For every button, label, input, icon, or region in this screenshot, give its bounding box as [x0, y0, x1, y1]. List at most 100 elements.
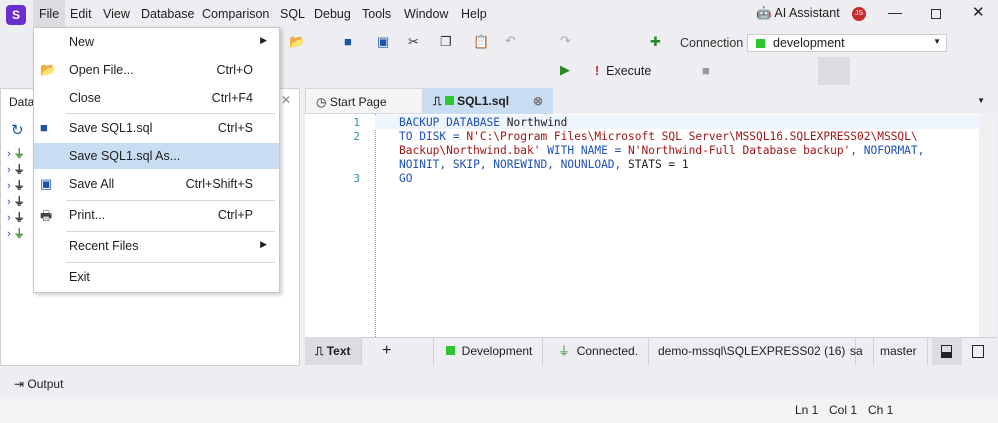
scrollbar[interactable] — [979, 114, 997, 337]
undo-icon[interactable]: ↶ — [505, 33, 516, 49]
menu-item-new[interactable]: New ▶ — [34, 29, 279, 55]
code-token: TO DISK = — [399, 130, 467, 143]
menu-file[interactable]: File — [33, 0, 66, 27]
line-number: 1 — [353, 116, 360, 129]
tree-node[interactable]: › ⏚ — [7, 177, 25, 193]
save-all-icon: ▣ — [40, 176, 53, 191]
tree-node[interactable]: › ⏚ — [7, 193, 25, 209]
code-token: N'Northwind-Full Database backup' — [628, 144, 851, 157]
copy-icon[interactable]: ❐ — [440, 34, 452, 50]
chevron-down-icon: ▼ — [933, 37, 941, 46]
env-color-icon — [444, 96, 454, 105]
menu-item-save-all[interactable]: ▣ Save All Ctrl+Shift+S — [34, 171, 279, 197]
code-line: TO DISK = N'C:\Program Files\Microsoft S… — [399, 130, 918, 143]
menu-help[interactable]: Help — [461, 7, 487, 21]
ai-assistant-button[interactable]: 🤖 AI Assistant — [756, 6, 840, 21]
output-button[interactable]: ⇥ Output — [14, 377, 63, 391]
add-button[interactable]: + — [372, 337, 434, 365]
connection-plug-icon: ⏚ — [13, 164, 25, 176]
close-window-button[interactable]: ✕ — [972, 3, 985, 21]
env-color-icon — [756, 39, 765, 48]
user-status: sa — [840, 337, 874, 365]
tree-node[interactable]: › ⏚ — [7, 161, 25, 177]
menu-item-save-sql1-sql[interactable]: ■ Save SQL1.sql Ctrl+S — [34, 115, 279, 141]
tree-node[interactable]: › ⏚ — [7, 225, 25, 241]
expand-chevron-icon[interactable]: › — [7, 228, 11, 240]
connection-select[interactable]: development ▼ — [747, 34, 947, 52]
split-view-button[interactable] — [932, 337, 962, 365]
save-all-icon[interactable]: ▣ — [377, 34, 389, 50]
grid-view-button[interactable] — [818, 57, 850, 85]
connection-status: ⏚ Connected. — [548, 337, 650, 365]
expand-chevron-icon[interactable]: › — [7, 212, 11, 224]
menu-item-save-sql1-sql-as[interactable]: Save SQL1.sql As... — [34, 143, 279, 169]
execute-run-icon[interactable]: ▶ — [560, 62, 570, 78]
expand-chevron-icon[interactable]: › — [7, 148, 11, 160]
menu-separator — [66, 200, 275, 201]
menu-separator — [66, 231, 275, 232]
code-token: Backup\Northwind.bak' — [399, 144, 541, 157]
panel-close-icon[interactable]: ✕ — [281, 93, 291, 107]
tab-sql1[interactable]: ⎍ SQL1.sql ⊗ — [423, 88, 553, 114]
maximize-button[interactable] — [931, 9, 941, 19]
code-token: NOINIT, SKIP, NOREWIND, NOUNLOAD, — [399, 158, 629, 171]
line-number: 2 — [353, 130, 360, 143]
text-mode-button[interactable]: ⎍ Text — [305, 337, 362, 365]
tab-close-icon[interactable]: ⊗ — [533, 94, 543, 108]
submenu-arrow-icon: ▶ — [260, 239, 267, 249]
menu-separator — [66, 113, 275, 114]
save-icon[interactable]: ■ — [344, 34, 352, 49]
code-token: GO — [399, 172, 413, 185]
menu-view[interactable]: View — [103, 7, 130, 21]
menu-debug[interactable]: Debug — [314, 7, 351, 21]
menu-window[interactable]: Window — [404, 7, 448, 21]
code-line: BACKUP DATABASE Northwind — [399, 116, 567, 129]
code-line: Backup\Northwind.bak' WITH NAME = N'Nort… — [399, 144, 924, 157]
code-token: STATS = 1 — [628, 158, 689, 171]
menu-item-close[interactable]: Close Ctrl+F4 — [34, 85, 279, 111]
menu-comparison[interactable]: Comparison — [202, 7, 269, 21]
menu-item-open-file[interactable]: 📂 Open File... Ctrl+O — [34, 57, 279, 83]
line-number: Ln 1 — [795, 403, 819, 417]
execute-button[interactable]: ! Execute — [595, 64, 651, 78]
tree-node[interactable]: › ⏚ — [7, 209, 25, 225]
menu-separator — [66, 262, 275, 263]
tree-node[interactable]: › ⏚ — [7, 145, 25, 161]
minimize-button[interactable]: — — [888, 4, 902, 20]
tab-start-page[interactable]: ◷ Start Page — [305, 88, 423, 114]
expand-chevron-icon[interactable]: › — [7, 196, 11, 208]
cut-icon[interactable]: ✂ — [408, 34, 419, 50]
expand-chevron-icon[interactable]: › — [7, 164, 11, 176]
database-status: master — [870, 337, 928, 365]
menu-tools[interactable]: Tools — [362, 7, 391, 21]
open-icon[interactable]: 📂 — [289, 34, 305, 50]
menu-item-exit[interactable]: Exit — [34, 264, 279, 290]
stop-icon[interactable]: ■ — [702, 63, 710, 78]
menu-item-recent-files[interactable]: Recent Files ▶ — [34, 233, 279, 259]
app-logo: S — [6, 5, 26, 25]
avatar[interactable]: JS — [852, 7, 866, 21]
menu-edit[interactable]: Edit — [70, 7, 92, 21]
paste-icon[interactable]: 📋 — [473, 34, 489, 50]
new-connection-icon[interactable]: ✚ — [650, 34, 661, 50]
server-status: demo-mssql\SQLEXPRESS02 (16) — [648, 337, 857, 365]
printer-icon: 🖶 — [40, 208, 53, 223]
code-line: GO — [399, 172, 412, 185]
robot-icon: 🤖 — [756, 6, 772, 20]
menu-item-print[interactable]: 🖶 Print... Ctrl+P — [34, 202, 279, 228]
environment-status: Development — [436, 337, 544, 365]
refresh-icon[interactable]: ↻ — [11, 121, 24, 139]
exclamation-icon: ! — [595, 64, 600, 78]
code-token: Northwind — [506, 116, 568, 129]
line-number: 3 — [353, 172, 360, 185]
code-token: N'C:\Program Files\Microsoft SQL Server\… — [466, 130, 918, 143]
expand-chevron-icon[interactable]: › — [7, 180, 11, 192]
open-folder-icon: 📂 — [40, 62, 57, 77]
menu-database[interactable]: Database — [141, 7, 195, 21]
menu-sql[interactable]: SQL — [280, 7, 305, 21]
code-line: NOINIT, SKIP, NOREWIND, NOUNLOAD, STATS … — [399, 158, 689, 171]
tab-list-chevron[interactable]: ▼ — [977, 96, 985, 105]
code-token: , NOFORMAT, — [850, 144, 925, 157]
redo-icon[interactable]: ↷ — [560, 33, 571, 49]
single-view-button[interactable] — [972, 345, 984, 358]
